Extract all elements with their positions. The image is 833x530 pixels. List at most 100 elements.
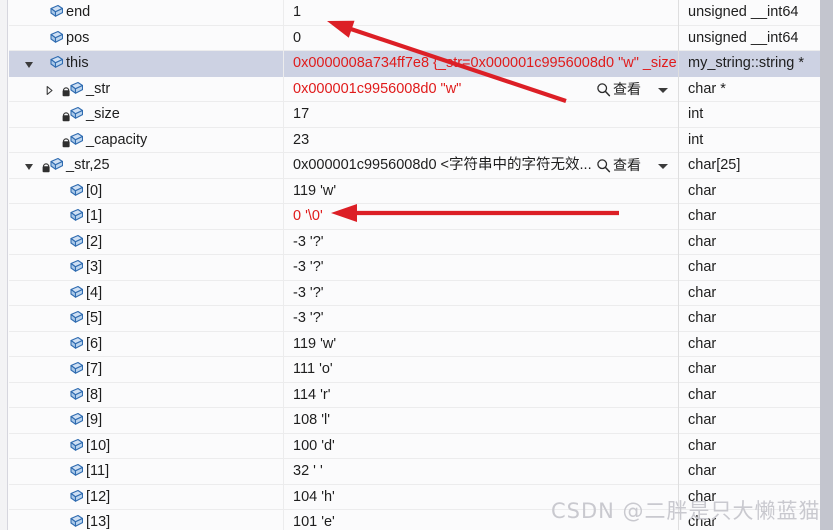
- variable-row[interactable]: _size 17 int: [9, 102, 820, 128]
- field-box-icon: [61, 387, 83, 404]
- vertical-scrollbar[interactable]: [820, 0, 833, 530]
- cell-name[interactable]: end: [9, 0, 283, 26]
- variable-type-text: char *: [688, 80, 726, 97]
- cell-value[interactable]: 23: [283, 127, 678, 153]
- variable-row[interactable]: this 0x0000008a734ff7e8 {_str=0x000001c99…: [9, 51, 820, 77]
- variable-value-text: 101 'e': [293, 514, 335, 530]
- variable-row[interactable]: [9] 108 'l' char: [9, 408, 820, 434]
- scrollbar-track[interactable]: [820, 0, 833, 530]
- cell-value[interactable]: 108 'l': [283, 408, 678, 434]
- triangle-collapsed-icon[interactable]: [44, 85, 54, 95]
- field-box-icon: [61, 361, 83, 378]
- variable-row[interactable]: [5] -3 '?' char: [9, 306, 820, 332]
- variable-type-text: char: [688, 488, 717, 505]
- cell-type: char: [678, 357, 820, 383]
- variable-name-label: [6]: [86, 335, 103, 352]
- variable-row[interactable]: _capacity 23 int: [9, 127, 820, 154]
- cell-value[interactable]: 114 'r': [283, 382, 678, 408]
- cell-value[interactable]: 119 'w': [283, 178, 678, 204]
- variable-value-text: 119 'w': [293, 335, 337, 352]
- cell-name[interactable]: [5]: [9, 306, 283, 332]
- cell-value[interactable]: -3 '?': [283, 229, 678, 255]
- cell-value[interactable]: 0x000001c9956008d0 "w" 查看: [283, 76, 678, 102]
- cell-name[interactable]: [0]: [9, 179, 283, 205]
- variable-row[interactable]: [0] 119 'w' char: [9, 178, 820, 205]
- view-visualizer-button[interactable]: 查看: [596, 157, 668, 175]
- variable-name-label: [2]: [86, 233, 103, 250]
- cell-value[interactable]: -3 '?': [283, 255, 678, 281]
- variable-row[interactable]: [1] 0 '\0' char: [9, 204, 820, 230]
- variable-row[interactable]: pos 0 unsigned __int64: [9, 25, 820, 52]
- cell-name[interactable]: _size: [9, 102, 283, 128]
- variable-row[interactable]: [6] 119 'w' char: [9, 331, 820, 358]
- chevron-down-icon[interactable]: [658, 164, 668, 169]
- variable-row[interactable]: [2] -3 '?' char: [9, 229, 820, 256]
- variable-row[interactable]: [10] 100 'd' char: [9, 433, 820, 460]
- field-box-icon: [61, 183, 83, 200]
- cell-type: char: [678, 408, 820, 434]
- cell-type: int: [678, 127, 820, 153]
- variable-row[interactable]: _str 0x000001c9956008d0 "w" 查看 char *: [9, 76, 820, 103]
- chevron-down-icon[interactable]: [658, 87, 668, 93]
- variable-row[interactable]: [3] -3 '?' char: [9, 255, 820, 281]
- cell-value[interactable]: 32 ' ': [283, 459, 678, 485]
- cell-value[interactable]: 0: [283, 25, 678, 51]
- cell-value[interactable]: 101 'e': [283, 510, 678, 530]
- cell-name[interactable]: [7]: [9, 357, 283, 383]
- left-gutter: [0, 0, 8, 530]
- variable-row[interactable]: [11] 32 ' ' char: [9, 459, 820, 485]
- cell-name[interactable]: [2]: [9, 230, 283, 256]
- field-box-icon: [41, 30, 63, 47]
- cell-name[interactable]: pos: [9, 26, 283, 52]
- cell-type: char[25]: [678, 153, 820, 179]
- cell-name[interactable]: [1]: [9, 204, 283, 230]
- cell-value[interactable]: 0x0000008a734ff7e8 {_str=0x000001c995600…: [283, 51, 678, 77]
- cell-name[interactable]: [8]: [9, 383, 283, 409]
- cell-name[interactable]: [3]: [9, 255, 283, 281]
- field-box-icon: [41, 55, 63, 72]
- variable-name-label: [8]: [86, 386, 103, 403]
- variable-row[interactable]: [4] -3 '?' char: [9, 280, 820, 307]
- cell-value[interactable]: 100 'd': [283, 433, 678, 459]
- cell-value[interactable]: 0x000001c9956008d0 <字符串中的字符无效... 查看: [283, 153, 678, 179]
- variable-row[interactable]: [12] 104 'h' char: [9, 484, 820, 511]
- cell-value[interactable]: 111 'o': [283, 357, 678, 383]
- cell-value[interactable]: -3 '?': [283, 306, 678, 332]
- variable-row[interactable]: _str,25 0x000001c9956008d0 <字符串中的字符无效... …: [9, 153, 820, 179]
- cell-name[interactable]: [11]: [9, 459, 283, 485]
- variable-row[interactable]: [7] 111 'o' char: [9, 357, 820, 383]
- cell-name[interactable]: [13]: [9, 510, 283, 530]
- cell-value[interactable]: -3 '?': [283, 280, 678, 306]
- cell-name[interactable]: [9]: [9, 408, 283, 434]
- cell-value[interactable]: 104 'h': [283, 484, 678, 510]
- cell-name[interactable]: [10]: [9, 434, 283, 460]
- cell-name[interactable]: [6]: [9, 332, 283, 358]
- cell-type: char: [678, 255, 820, 281]
- variable-value-text: 1: [293, 4, 302, 20]
- cell-value[interactable]: 1: [283, 0, 678, 26]
- cell-name[interactable]: this: [9, 51, 283, 77]
- variable-tree[interactable]: end 1 unsigned __int64 pos 0 unsigned __int6…: [9, 0, 820, 530]
- cell-value[interactable]: 0 '\0': [283, 204, 678, 230]
- variable-type-text: char[25]: [688, 157, 741, 173]
- cell-value[interactable]: 17: [283, 102, 678, 128]
- private-field-lock-icon: [61, 132, 83, 149]
- field-box-icon: [41, 4, 63, 21]
- cell-name[interactable]: [4]: [9, 281, 283, 307]
- variable-row[interactable]: [8] 114 'r' char: [9, 382, 820, 409]
- view-label: 查看: [613, 81, 641, 98]
- variable-name-label: [10]: [86, 437, 111, 454]
- cell-value[interactable]: 119 'w': [283, 331, 678, 357]
- cell-name[interactable]: _str,25: [9, 153, 283, 179]
- variable-value-text: 0x000001c9956008d0 <字符串中的字符无效...: [293, 157, 592, 173]
- triangle-expanded-icon[interactable]: [24, 59, 34, 69]
- view-visualizer-button[interactable]: 查看: [596, 81, 668, 99]
- cell-name[interactable]: _str: [9, 77, 283, 103]
- variable-row[interactable]: end 1 unsigned __int64: [9, 0, 820, 26]
- triangle-expanded-icon[interactable]: [24, 161, 34, 171]
- view-label: 查看: [613, 158, 641, 174]
- variable-row[interactable]: [13] 101 'e' char: [9, 510, 820, 530]
- cell-name[interactable]: [12]: [9, 485, 283, 511]
- cell-name[interactable]: _capacity: [9, 128, 283, 154]
- field-box-icon: [61, 489, 83, 506]
